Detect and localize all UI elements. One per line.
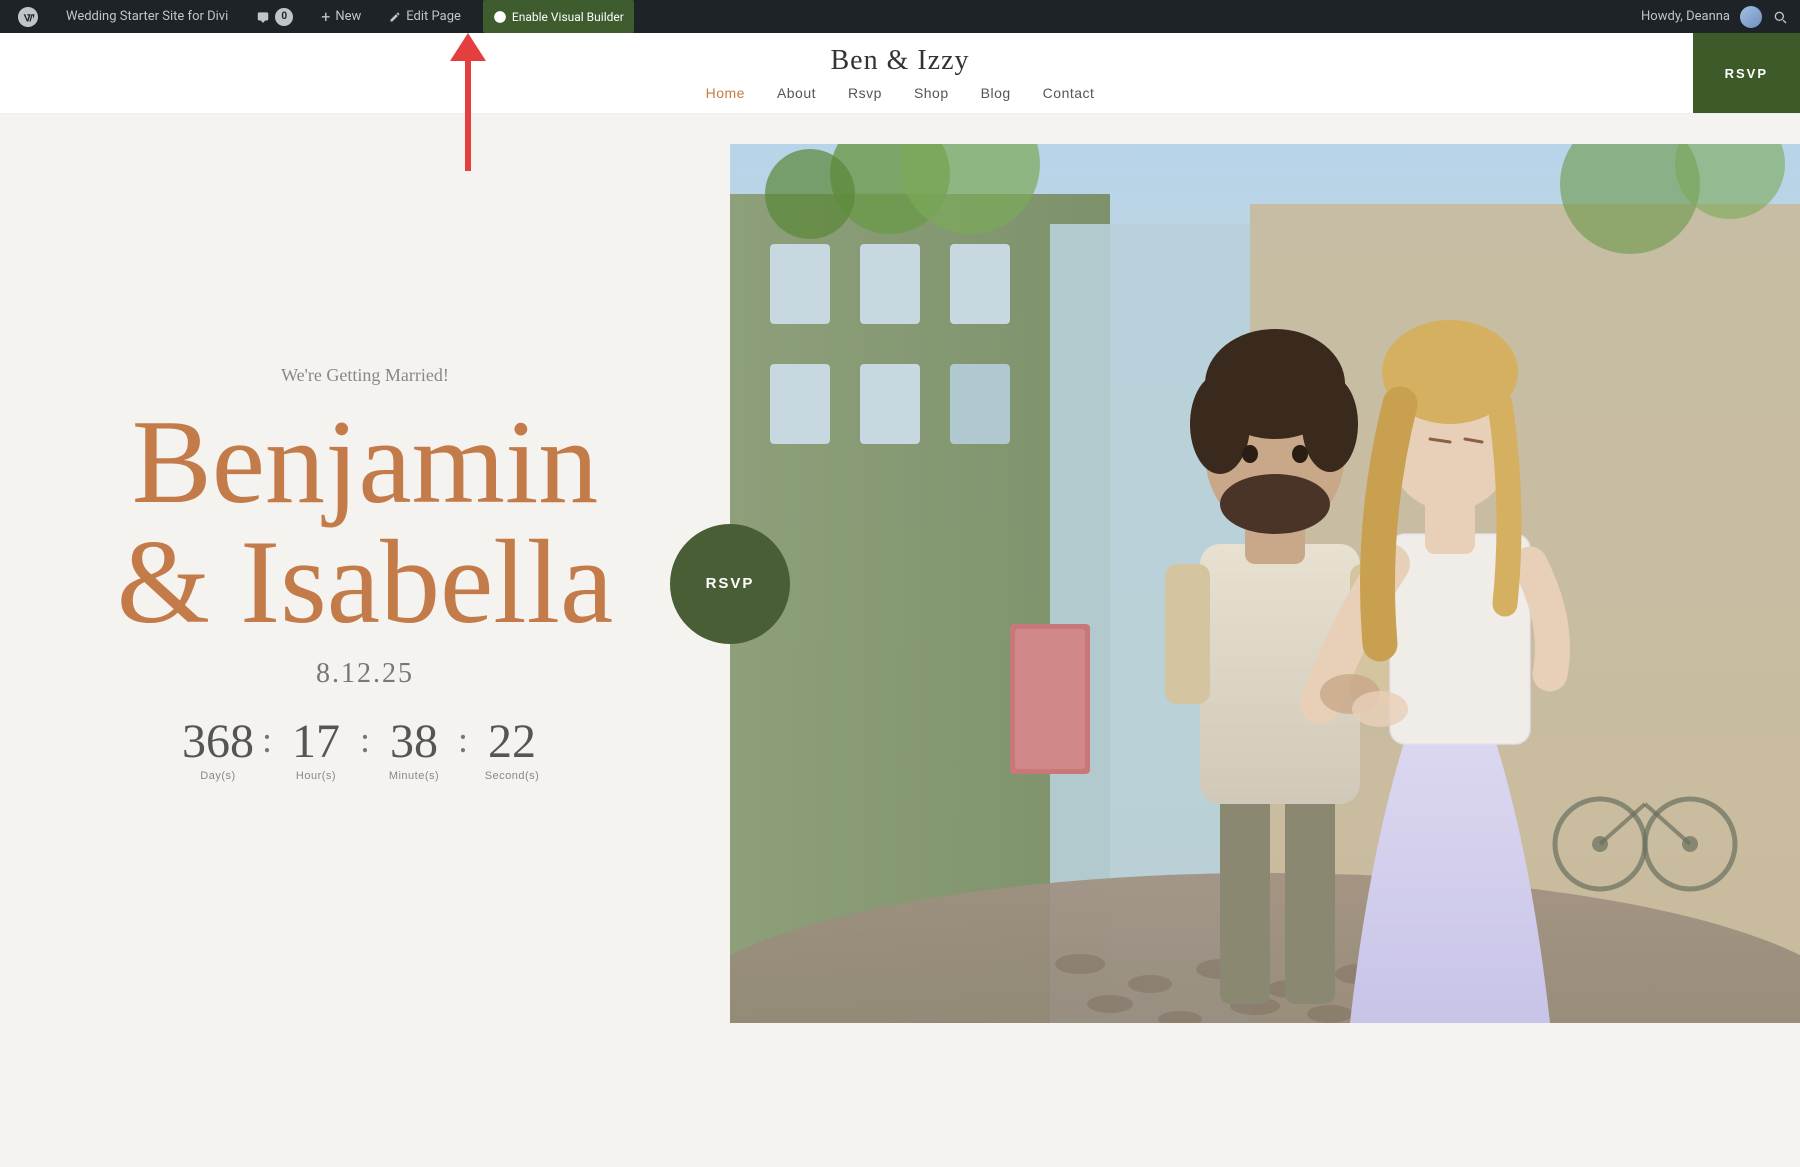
avatar[interactable]	[1740, 6, 1762, 28]
hero-left-panel: We're Getting Married! Benjamin & Isabel…	[0, 144, 730, 1023]
countdown-seconds: 22 Second(s)	[472, 718, 552, 782]
days-label: Day(s)	[200, 770, 235, 782]
rsvp-header-button[interactable]: RSVP	[1693, 33, 1800, 113]
site-nav: Home About Rsvp Shop Blog Contact	[706, 85, 1095, 101]
minutes-label: Minute(s)	[389, 770, 439, 782]
search-icon[interactable]	[1772, 9, 1788, 25]
days-value: 368	[182, 718, 254, 766]
howdy-text: Howdy, Deanna	[1641, 9, 1730, 24]
countdown-hours: 17 Hour(s)	[276, 718, 356, 782]
main-content: We're Getting Married! Benjamin & Isabel…	[0, 144, 1800, 1023]
name-first: Benjamin	[132, 395, 599, 528]
site-name-bar[interactable]: Wedding Starter Site for Divi	[60, 0, 234, 33]
new-bar-item[interactable]: + New	[315, 0, 367, 33]
rsvp-header-label: RSVP	[1725, 66, 1768, 81]
countdown-minutes: 38 Minute(s)	[374, 718, 454, 782]
enable-visual-builder-btn[interactable]: Enable Visual Builder	[483, 0, 634, 33]
divi-icon	[493, 10, 507, 24]
new-label: New	[335, 9, 361, 24]
hero-photo-panel	[730, 144, 1800, 1023]
seconds-label: Second(s)	[485, 770, 540, 782]
edit-icon	[389, 11, 401, 23]
sep-3: :	[454, 718, 472, 758]
edit-page-bar-item[interactable]: Edit Page	[383, 0, 467, 33]
rsvp-circle-label: RSVP	[706, 575, 755, 592]
plus-icon: +	[321, 7, 330, 26]
comment-count: 0	[275, 8, 293, 26]
header-inner: Ben & Izzy Home About Rsvp Shop Blog Con…	[706, 45, 1095, 101]
hours-label: Hour(s)	[296, 770, 336, 782]
nav-contact[interactable]: Contact	[1043, 85, 1095, 101]
site-title-label: Wedding Starter Site for Divi	[66, 9, 228, 24]
nav-about[interactable]: About	[777, 85, 816, 101]
wp-icon	[18, 7, 38, 27]
hours-value: 17	[292, 718, 340, 766]
name-and: &	[117, 515, 210, 648]
seconds-value: 22	[488, 718, 536, 766]
nav-rsvp[interactable]: Rsvp	[848, 85, 882, 101]
minutes-value: 38	[390, 718, 438, 766]
rsvp-circle-button[interactable]: RSVP	[670, 524, 790, 644]
site-header: Ben & Izzy Home About Rsvp Shop Blog Con…	[0, 33, 1800, 114]
nav-shop[interactable]: Shop	[914, 85, 949, 101]
nav-blog[interactable]: Blog	[981, 85, 1011, 101]
sep-2: :	[356, 718, 374, 758]
edit-page-label: Edit Page	[406, 9, 461, 24]
comments-bar-item[interactable]: 0	[250, 0, 299, 33]
admin-bar-right: Howdy, Deanna	[1641, 6, 1788, 28]
enable-vb-label: Enable Visual Builder	[512, 10, 624, 24]
nav-home[interactable]: Home	[706, 85, 745, 101]
countdown-timer: 368 Day(s) : 17 Hour(s) : 38 Minute(s) :…	[178, 718, 552, 782]
hero-subtitle: We're Getting Married!	[281, 365, 449, 386]
comment-icon	[256, 10, 270, 24]
admin-bar: Wedding Starter Site for Divi 0 + New Ed…	[0, 0, 1800, 33]
couple-name: Benjamin & Isabella	[117, 402, 613, 642]
wedding-date: 8.12.25	[316, 658, 414, 690]
countdown-days: 368 Day(s)	[178, 718, 258, 782]
wordpress-logo[interactable]	[12, 0, 44, 33]
name-last: Isabella	[240, 515, 613, 648]
sep-1: :	[258, 718, 276, 758]
couple-photo	[730, 144, 1800, 1023]
site-title: Ben & Izzy	[830, 45, 969, 77]
